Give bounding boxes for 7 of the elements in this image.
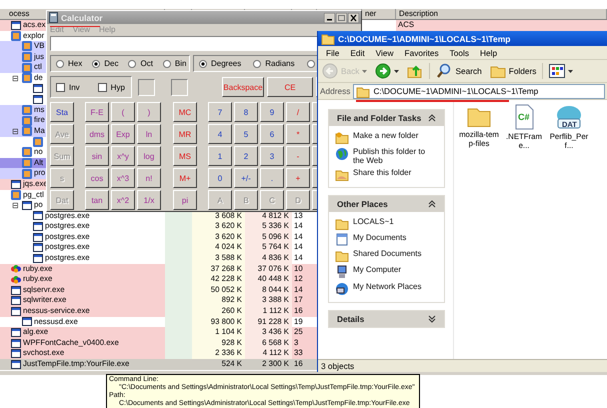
status-bar: 3 objects xyxy=(318,359,607,372)
panel-title: Other Places xyxy=(337,199,388,209)
panel-title: File and Folder Tasks xyxy=(337,113,422,123)
address-label: Address xyxy=(320,86,350,96)
window-title: C:\DOCUME~1\ADMINI~1\LOCALS~1\Temp xyxy=(338,34,510,44)
window-title: Calculator xyxy=(61,12,103,22)
panel-title: Details xyxy=(337,314,364,324)
